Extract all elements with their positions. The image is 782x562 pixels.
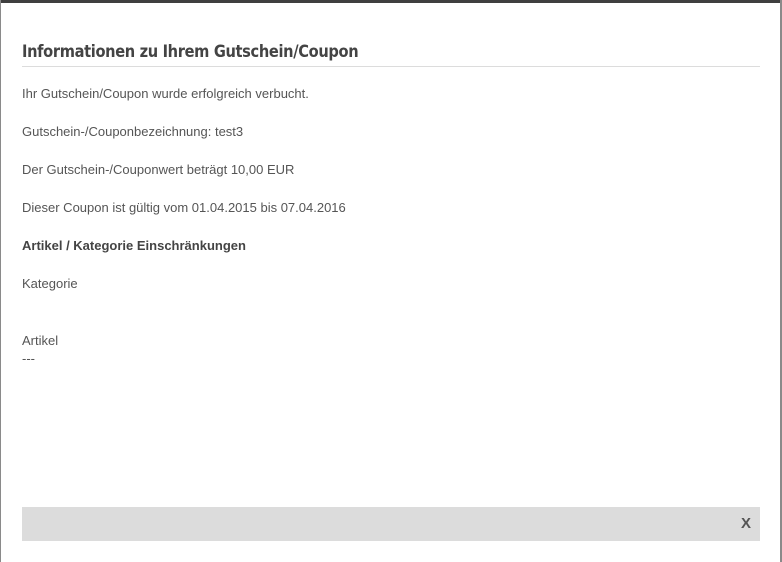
dialog-footer: X bbox=[22, 507, 760, 541]
article-label: Artikel bbox=[22, 333, 59, 348]
booked-message: Ihr Gutschein/Coupon wurde erfolgreich v… bbox=[22, 86, 309, 101]
restrictions-heading: Artikel / Kategorie Einschränkungen bbox=[22, 238, 246, 253]
category-label: Kategorie bbox=[22, 276, 78, 291]
close-button[interactable]: X bbox=[739, 516, 753, 532]
coupon-value: Der Gutschein-/Couponwert beträgt 10,00 … bbox=[22, 162, 295, 177]
coupon-validity: Dieser Coupon ist gültig vom 01.04.2015 … bbox=[22, 200, 346, 215]
coupon-info-dialog: Informationen zu Ihrem Gutschein/Coupon … bbox=[1, 3, 780, 562]
coupon-name: Gutschein-/Couponbezeichnung: test3 bbox=[22, 124, 244, 139]
title-divider bbox=[22, 66, 760, 67]
dialog-title: Informationen zu Ihrem Gutschein/Coupon bbox=[22, 42, 359, 62]
article-value: --- bbox=[22, 351, 35, 366]
